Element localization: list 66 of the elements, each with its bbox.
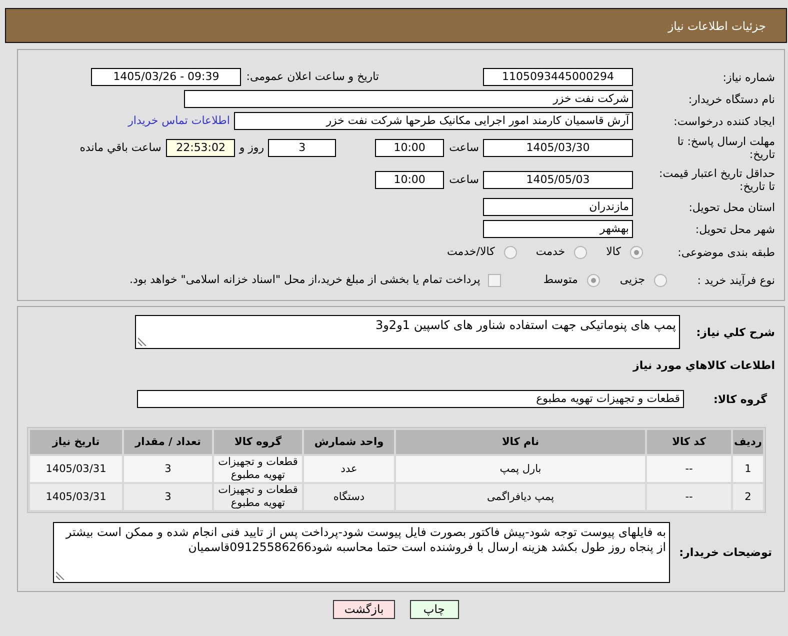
- table-cell: 1405/03/31: [30, 456, 122, 482]
- time-field[interactable]: 10:00: [375, 139, 444, 157]
- checkbox-label: پرداخت تمام یا بخشی از مبلغ خرید،از محل "اسناد خزانه اسلامی" خواهد بود.: [130, 273, 480, 287]
- field-label: مهلت ارسال پاسخ: تا تاریخ:: [676, 135, 775, 161]
- table-cell: پمپ دیافراگمی: [396, 484, 645, 510]
- field-label: نام دستگاه خریدار:: [687, 92, 775, 106]
- province-field[interactable]: مازندران: [483, 198, 633, 216]
- resize-grip-icon[interactable]: [138, 337, 147, 346]
- resize-grip-icon[interactable]: [56, 571, 65, 580]
- table-cell: 1405/03/31: [30, 484, 122, 510]
- requester-field[interactable]: آرش قاسمیان کارمند امور اجرایی مکانیک طرحها شرکت نفت خزر: [234, 112, 633, 130]
- table-cell: دستگاه: [304, 484, 394, 510]
- table-cell: --: [647, 484, 731, 510]
- table-cell: قطعات و تجهیزات تهویه مطبوع: [214, 456, 302, 482]
- table-cell: 1: [733, 456, 763, 482]
- field-label: طبقه بندی موضوعی:: [676, 246, 775, 258]
- table-cell: 2: [733, 484, 763, 510]
- field-label: شرح کلي نیاز:: [695, 326, 775, 338]
- field-label: توضیحات خریدار:: [678, 546, 772, 559]
- table-cell: عدد: [304, 456, 394, 482]
- field-label: شهر محل تحویل:: [694, 222, 775, 236]
- date-field[interactable]: 1405/03/30: [483, 139, 633, 157]
- field-label: حداقل تاریخ اعتبار قیمت: تا تاریخ:: [659, 167, 775, 193]
- option-label: جزیی: [620, 273, 645, 287]
- field-label: استان محل تحویل:: [688, 200, 775, 214]
- time-field[interactable]: 10:00: [375, 171, 444, 189]
- table-header-cell: تعداد / مقدار: [124, 430, 212, 454]
- print-button[interactable]: چاپ: [410, 600, 459, 619]
- field-label: تاریخ و ساعت اعلان عمومی:: [246, 70, 379, 84]
- table-header-cell: کد کالا: [647, 430, 731, 454]
- date-field[interactable]: 1405/05/03: [483, 171, 633, 189]
- section-heading: اطلاعات کالاهاي مورد نیاز: [632, 359, 776, 373]
- field-label: ایجاد کننده درخواست:: [672, 114, 775, 128]
- option-label: کالا: [606, 245, 621, 259]
- need-number-field[interactable]: 1105093445000294: [483, 68, 633, 86]
- table-cell: 3: [124, 456, 212, 482]
- table-cell: قطعات و تجهیزات تهویه مطبوع: [214, 484, 302, 510]
- buyer-org-field[interactable]: شرکت نفت خزر: [184, 90, 633, 108]
- city-field[interactable]: بهشهر: [483, 220, 633, 238]
- back-button[interactable]: بازگشت: [333, 600, 395, 619]
- days-field[interactable]: 3: [268, 139, 336, 157]
- table-header-cell: تاریخ نیاز: [30, 430, 122, 454]
- table-header-cell: ردیف: [733, 430, 763, 454]
- time-label: ساعت: [449, 173, 479, 187]
- table-cell: --: [647, 456, 731, 482]
- field-label: گروه کالا:: [712, 392, 767, 406]
- remaining-label: ساعت باقي مانده: [80, 141, 162, 155]
- time-label: ساعت: [449, 141, 479, 155]
- table-cell: 3: [124, 484, 212, 510]
- option-label: خدمت: [536, 245, 566, 259]
- goods-group-field[interactable]: قطعات و تجهیزات تهویه مطبوع: [137, 390, 684, 408]
- remaining-time-field[interactable]: 22:53:02: [166, 139, 236, 157]
- page-title: جزئیات اطلاعات نیاز: [668, 18, 766, 32]
- table-cell: بارل پمپ: [396, 456, 645, 482]
- description-field[interactable]: پمپ های پنوماتیکی جهت استفاده شناور های کاسپین 1و2و3: [135, 315, 680, 349]
- table-header-cell: گروه کالا: [214, 430, 302, 454]
- announce-time-field[interactable]: 1405/03/26 - 09:39: [91, 68, 242, 86]
- field-label: نوع فرآیند خرید :: [696, 274, 775, 286]
- option-label: متوسط: [543, 273, 578, 287]
- buyer-notes-field[interactable]: به فایلهای پیوست توجه شود-پیش فاکتور بصورت فایل پیوست شود-پرداخت پس از تایید فنی انجام شده و ممکن است بیشتر از پنجاه روز طول بکشد هزینه ارسال با فروشنده است حتما محاسبه شود09125586266قاسمیان: [53, 522, 670, 583]
- option-label: کالا/خدمت: [447, 245, 495, 259]
- field-label: شماره نیاز:: [722, 70, 775, 84]
- days-label: روز و: [239, 141, 264, 155]
- table-header-cell: واحد شمارش: [304, 430, 394, 454]
- table-header-cell: نام کالا: [396, 430, 645, 454]
- contact-link[interactable]: اطلاعات تماس خریدار: [128, 114, 230, 128]
